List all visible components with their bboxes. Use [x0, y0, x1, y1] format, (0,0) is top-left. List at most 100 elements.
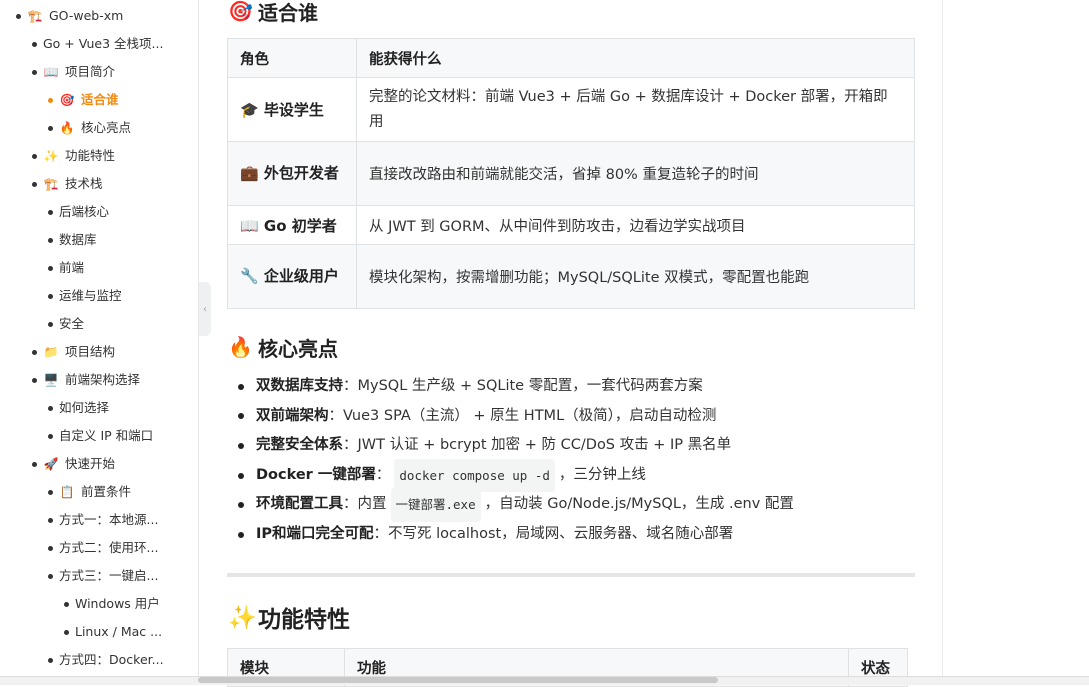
col-gain-header: 能获得什么	[356, 38, 915, 78]
bullet-icon	[32, 377, 37, 383]
heading-features: ✨ 功能特性	[228, 602, 350, 634]
sidebar-item[interactable]: 📖 项目简介	[32, 61, 115, 83]
sidebar-item-label: 数据库	[59, 232, 97, 247]
bullet-icon	[48, 321, 53, 327]
item-emoji-icon: ✨	[43, 149, 59, 163]
bullet-icon	[48, 97, 53, 103]
item-emoji-icon: 🎯	[59, 93, 75, 107]
bullet-icon	[64, 601, 69, 607]
sidebar-item[interactable]: ✨ 功能特性	[32, 145, 115, 167]
bullet-icon	[32, 153, 37, 159]
bullet-icon	[48, 545, 53, 551]
item-emoji-icon: 📁	[43, 345, 59, 359]
highlight-title: 环境配置工具	[256, 496, 343, 513]
target-icon: 🎯	[228, 0, 253, 23]
list-item: IP和端口完全可配 ：不写死 localhost，局域网、云服务器、域名随心部署	[234, 520, 914, 550]
highlight-text: ：JWT 认证 + bcrypt 加密 + 防 CC/DoS 攻击 + IP 黑…	[343, 437, 732, 454]
sidebar-item-label: 技术栈	[65, 176, 103, 191]
graduation-cap-icon: 🎓	[240, 101, 259, 119]
sidebar-item[interactable]: 如何选择	[48, 397, 109, 419]
sidebar-item-label: Windows 用户	[75, 596, 160, 611]
wrench-icon: 🔧	[240, 267, 259, 285]
gain-cell: 直接改改路由和前端就能交活，省掉 80% 重复造轮子的时间	[356, 141, 915, 206]
sidebar-item[interactable]: 📁 项目结构	[32, 341, 115, 363]
sidebar-item[interactable]: 前端	[48, 257, 84, 279]
sidebar-item-label: 快速开始	[65, 456, 116, 471]
list-item: 双前端架构 ：Vue3 SPA（主流） + 原生 HTML（极简），启动自动检测	[234, 402, 914, 432]
outline-sidebar: 🏗️ GO-web-xm Go + Vue3 全栈项... 📖 项目简介 🎯 适合谁 🔥 核心亮…	[0, 0, 199, 684]
highlight-title: 双数据库支持	[256, 378, 343, 394]
sidebar-item[interactable]: 方式三：一键启...	[48, 565, 158, 587]
sidebar-item[interactable]: 🚀 快速开始	[32, 453, 115, 475]
sidebar-item-label: 适合谁	[81, 92, 119, 107]
horizontal-scrollbar-thumb[interactable]	[198, 677, 718, 683]
gain-cell: 从 JWT 到 GORM、从中间件到防攻击，边看边学实战项目	[356, 205, 915, 245]
sidebar-item[interactable]: 数据库	[48, 229, 97, 251]
bullet-icon	[238, 383, 244, 390]
item-emoji-icon: 📋	[59, 485, 75, 499]
role-label: Go 初学者	[263, 216, 337, 235]
sidebar-item-label: 项目简介	[65, 64, 116, 79]
inline-code: 一键部署.exe	[390, 488, 481, 522]
sidebar-item[interactable]: 方式一：本地源...	[48, 509, 158, 531]
bullet-icon	[238, 531, 244, 538]
bullet-icon	[48, 293, 53, 299]
sidebar-item-label: 方式二：使用环...	[59, 540, 159, 555]
bullet-icon	[32, 349, 37, 355]
sidebar-item[interactable]: Go + Vue3 全栈项...	[32, 33, 163, 55]
table-row: 📖 Go 初学者 从 JWT 到 GORM、从中间件到防攻击，边看边学实战项目	[227, 205, 915, 245]
list-item: 环境配置工具 ：内置 一键部署.exe ，自动装 Go/Node.js/MySQL，生…	[234, 488, 914, 522]
bullet-icon	[48, 405, 53, 411]
highlights-list: 双数据库支持 ：MySQL 生产级 + SQLite 零配置，一套代码两套方案 双前…	[234, 372, 914, 550]
sidebar-item[interactable]: 安全	[48, 313, 84, 335]
sidebar-item[interactable]: 方式四：Docker...	[48, 649, 164, 671]
highlight-text: ：Vue3 SPA（主流） + 原生 HTML（极简），启动自动检测	[328, 407, 717, 424]
item-emoji-icon: 🏗️	[43, 177, 59, 191]
heading-audience-label: 适合谁	[258, 0, 318, 25]
sidebar-item-label: 自定义 IP 和端口	[59, 428, 154, 443]
bullet-icon	[48, 573, 53, 579]
list-item: Docker 一键部署： docker compose up -d ，三分钟上线	[234, 458, 914, 493]
sidebar-collapse-handle[interactable]: ‹	[199, 282, 211, 336]
sidebar-item[interactable]: 运维与监控	[48, 285, 122, 307]
sparkles-icon: ✨	[228, 604, 257, 631]
sidebar-item[interactable]: 🏗️ 技术栈	[32, 173, 103, 195]
sidebar-item[interactable]: 📋 前置条件	[48, 481, 131, 503]
briefcase-icon: 💼	[240, 164, 259, 182]
sidebar-item[interactable]: 🔥 核心亮点	[48, 117, 131, 139]
bullet-icon	[48, 433, 53, 439]
sidebar-item[interactable]: 🏗️ GO-web-xm	[16, 5, 123, 27]
table-row: 🔧 企业级用户 模块化架构，按需增删功能；MySQL/SQLite 双模式，零配…	[227, 244, 915, 309]
role-label: 企业级用户	[263, 267, 339, 285]
sidebar-item-label: 方式四：Docker...	[59, 652, 164, 667]
item-emoji-icon: 🖥️	[43, 373, 59, 387]
item-emoji-icon: 🚀	[43, 457, 59, 471]
sidebar-item[interactable]: Windows 用户	[64, 593, 160, 615]
bullet-icon	[238, 413, 244, 420]
sidebar-item[interactable]: Linux / Mac ...	[64, 621, 162, 643]
open-book-icon: 📖	[240, 216, 259, 235]
sidebar-item-label: Go + Vue3 全栈项...	[43, 36, 164, 51]
col-role-header: 角色	[227, 38, 357, 78]
highlight-text: ：不写死 localhost，局域网、云服务器、域名随心部署	[373, 525, 734, 542]
bullet-icon	[48, 209, 53, 215]
sidebar-item[interactable]: 🖥️ 前端架构选择	[32, 369, 140, 391]
highlight-title: 双前端架构	[256, 407, 329, 424]
sidebar-item[interactable]: 🎯 适合谁	[48, 89, 119, 111]
highlight-title: IP和端口完全可配	[256, 525, 374, 542]
bullet-icon	[48, 237, 53, 243]
sidebar-item-label: 项目结构	[65, 344, 116, 359]
sidebar-item-label: 运维与监控	[59, 288, 122, 303]
highlight-text: ，三分钟上线	[558, 466, 646, 483]
sidebar-item[interactable]: 方式二：使用环...	[48, 537, 158, 559]
bullet-icon	[48, 265, 53, 271]
highlight-text: ：内置	[343, 496, 387, 513]
sidebar-item-label: GO-web-xm	[49, 8, 124, 23]
list-item: 完整安全体系 ：JWT 认证 + bcrypt 加密 + 防 CC/DoS 攻击 …	[234, 431, 914, 461]
bullet-icon	[238, 472, 244, 479]
section-divider	[227, 573, 915, 577]
bullet-icon	[32, 461, 37, 467]
sidebar-item[interactable]: 自定义 IP 和端口	[48, 425, 153, 447]
sidebar-item[interactable]: 后端核心	[48, 201, 109, 223]
role-label: 外包开发者	[263, 164, 339, 182]
